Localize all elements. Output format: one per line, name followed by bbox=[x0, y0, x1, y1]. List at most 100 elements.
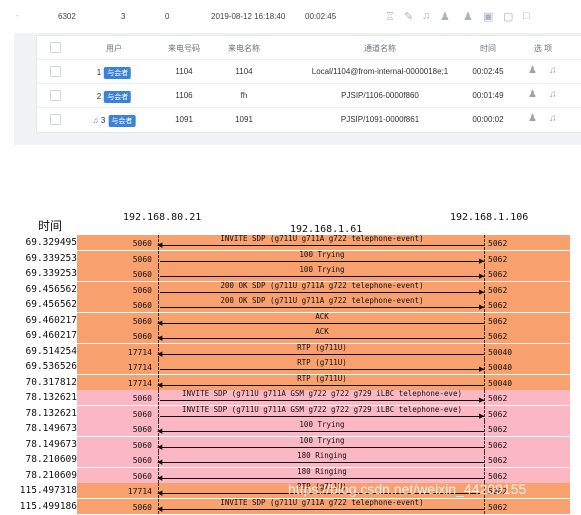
flow-message: INVITE SDP (g711U g711A GSM g722 g722 g7… bbox=[182, 389, 462, 398]
flow-message: ACK bbox=[315, 311, 329, 321]
select-all-checkbox[interactable] bbox=[50, 42, 61, 53]
host-right-ip: 192.168.1.106 bbox=[450, 212, 529, 223]
left-port: 17714 bbox=[127, 487, 152, 496]
user-cell: 2 与会者 bbox=[97, 91, 132, 103]
flow-time: 69.456562 bbox=[14, 281, 77, 297]
left-port: 5060 bbox=[132, 254, 152, 264]
left-port: 5060 bbox=[132, 270, 152, 279]
col-time: 时间 bbox=[480, 44, 496, 53]
expand-icon[interactable]: - bbox=[16, 11, 19, 20]
lock-icon[interactable]: ▣ bbox=[483, 10, 493, 23]
left-port: 5060 bbox=[132, 316, 152, 326]
start-time: 2019-08-12 16:18:40 bbox=[211, 12, 286, 21]
mic-icon[interactable]: ♫ bbox=[422, 10, 430, 22]
delete-icon[interactable]: □ bbox=[523, 10, 530, 22]
right-port: 5062 bbox=[488, 301, 508, 310]
conference-duration: 00:02:45 bbox=[305, 12, 337, 21]
kick-user-icon[interactable]: ♟ bbox=[528, 65, 537, 76]
right-port: 5062 bbox=[488, 440, 508, 450]
right-port: 50040 bbox=[488, 363, 513, 372]
right-lifeline bbox=[484, 436, 485, 452]
flow-row: 78.149673 5060 ◀ 100 Trying 5062 bbox=[14, 420, 570, 436]
unmute-icon[interactable]: ✎ bbox=[404, 10, 413, 23]
flow-row: 69.536526 17714 ▶ RTP (g711U) 50040 bbox=[14, 358, 570, 374]
participants-table: 用户 来电号码 来电名称 通道名称 时间 选 项 1 与会者 1104 1104 … bbox=[36, 35, 581, 133]
message-line bbox=[160, 276, 484, 277]
row-index: 3 bbox=[100, 116, 106, 125]
watermark: https://blog.csdn.net/weixin_44209155 bbox=[288, 481, 527, 497]
flow-message: INVITE SDP (g711U g711A g722 telephone-e… bbox=[220, 234, 424, 243]
message-line bbox=[160, 415, 484, 417]
user-cell: ♫ 3 与会者 bbox=[93, 115, 136, 127]
message-line bbox=[160, 338, 484, 339]
left-port: 5060 bbox=[132, 456, 152, 465]
row-checkbox[interactable] bbox=[50, 66, 61, 77]
left-lifeline bbox=[158, 297, 159, 312]
flow-time: 115.499186 bbox=[14, 498, 77, 514]
flow-message: 200 OK SDP (g711U g711A g722 telephone-e… bbox=[220, 296, 424, 305]
right-port: 5062 bbox=[488, 456, 508, 465]
row-index: 1 bbox=[96, 68, 102, 77]
mute-mic-icon[interactable]: ♫ bbox=[549, 113, 557, 124]
flow-message: 100 Trying bbox=[299, 435, 345, 445]
flow-row: 69.460217 5060 ◀ ACK 5062 bbox=[14, 327, 570, 343]
flow-message: 100 Trying bbox=[299, 265, 345, 274]
member-time: 00:00:02 bbox=[472, 115, 504, 124]
flow-time: 69.339253 bbox=[14, 250, 77, 266]
flow-time: 78.210609 bbox=[14, 452, 77, 467]
add-member-icon[interactable]: ♟ bbox=[440, 10, 450, 23]
table-row: ♫ 3 与会者 1091 1091 PJSIP/1091-0000f861 00:… bbox=[37, 108, 581, 131]
edit-icon[interactable]: ▢ bbox=[503, 10, 513, 23]
flow-time: 78.149673 bbox=[14, 421, 77, 436]
flow-message: RTP (g711U) bbox=[297, 358, 347, 367]
mute-mic-icon[interactable]: ♫ bbox=[549, 65, 557, 76]
right-lifeline bbox=[484, 374, 485, 390]
message-line bbox=[160, 446, 484, 448]
message-line bbox=[160, 369, 484, 370]
mute-mic-icon[interactable]: ♫ bbox=[549, 89, 557, 100]
flow-row: 78.132621 5060 ▶ INVITE SDP (g711U g711A GS… bbox=[14, 405, 570, 421]
kick-user-icon[interactable]: ♟ bbox=[528, 89, 537, 100]
message-line bbox=[160, 291, 484, 293]
participant-badge: 与会者 bbox=[104, 91, 132, 103]
flow-time: 69.460217 bbox=[14, 328, 77, 343]
message-line bbox=[160, 477, 484, 479]
caller-name: 1104 bbox=[235, 67, 253, 76]
left-port: 5060 bbox=[132, 471, 152, 481]
conference-summary-row: - 6302 3 0 2019-08-12 16:18:40 00:02:45 … bbox=[0, 0, 581, 33]
flow-message: 180 Ringing bbox=[297, 451, 347, 460]
mute-all-icon[interactable]: ♖ bbox=[385, 10, 395, 23]
member-time: 00:02:45 bbox=[472, 67, 504, 76]
row-checkbox[interactable] bbox=[50, 90, 61, 101]
right-port: 5062 bbox=[488, 270, 508, 279]
invite-icon[interactable]: ♟ bbox=[463, 10, 473, 23]
member-time: 00:01:49 bbox=[472, 91, 504, 100]
row-checkbox[interactable] bbox=[50, 114, 61, 125]
left-lifeline bbox=[158, 250, 159, 266]
flow-message: RTP (g711U) bbox=[297, 342, 347, 352]
left-port: 17714 bbox=[127, 347, 152, 357]
left-lifeline bbox=[158, 281, 159, 297]
flow-row: 69.339253 5060 ▶ 100 Trying 5062 bbox=[14, 250, 570, 266]
channel-name: PJSIP/1106-0000f860 bbox=[341, 91, 419, 100]
flow-row: 115.499186 5060 ◀ INVITE SDP (g711U g711A g… bbox=[14, 498, 570, 514]
flow-time: 78.132621 bbox=[14, 405, 77, 421]
flow-row: 69.456562 5060 ▶ 200 OK SDP (g711U g711A g7… bbox=[14, 296, 570, 312]
time-column-header: 时间 bbox=[38, 219, 63, 233]
flow-time: 69.329495 bbox=[14, 235, 77, 250]
left-lifeline bbox=[158, 266, 159, 281]
flow-row: 78.132621 5060 ▶ INVITE SDP (g711U g711A GS… bbox=[14, 389, 570, 405]
participant-badge: 与会者 bbox=[104, 67, 132, 79]
flow-time: 69.456562 bbox=[14, 297, 77, 312]
flow-row: 70.317812 17714 ◀ RTP (g711U) 50040 bbox=[14, 374, 570, 390]
caller-id: 1104 bbox=[175, 67, 193, 76]
right-lifeline bbox=[484, 312, 485, 328]
right-lifeline bbox=[484, 498, 485, 514]
right-port: 5062 bbox=[488, 239, 508, 248]
message-line bbox=[160, 384, 484, 386]
right-port: 5062 bbox=[488, 409, 508, 419]
left-port: 5060 bbox=[132, 409, 152, 419]
flow-time: 70.317812 bbox=[14, 374, 77, 390]
flow-row: 78.210609 5060 ◀ 180 Ringing 5062 bbox=[14, 451, 570, 467]
kick-user-icon[interactable]: ♟ bbox=[528, 113, 537, 124]
